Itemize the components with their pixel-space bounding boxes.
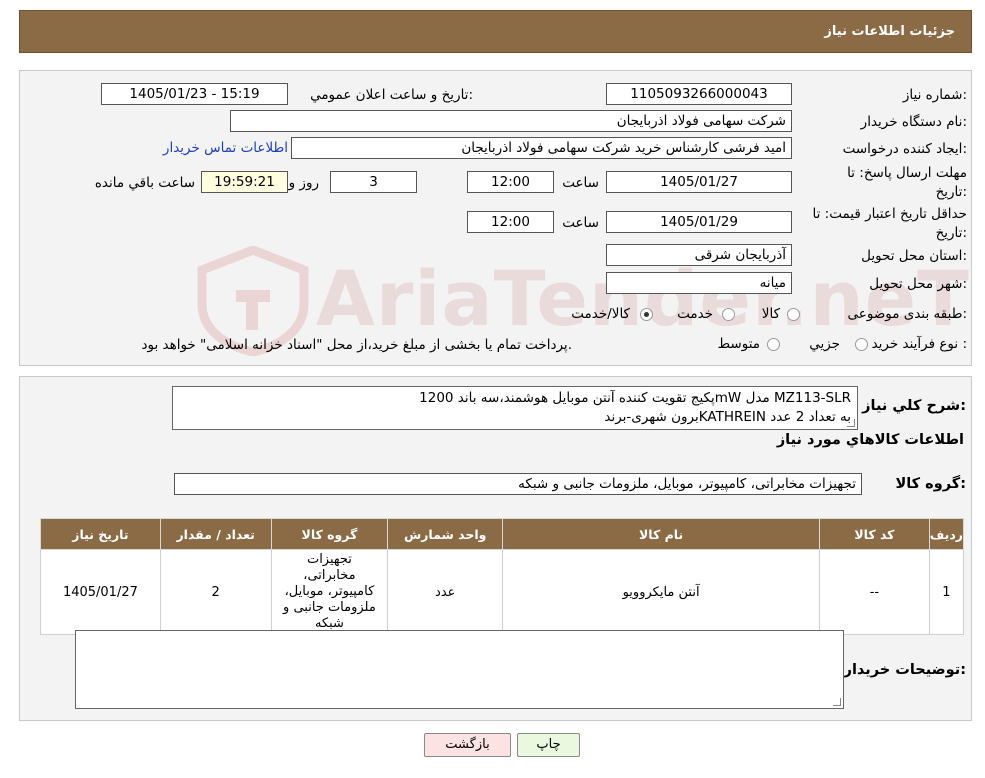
col-name-header: نام كالا bbox=[502, 518, 821, 550]
announce-date-label: تاریخ و ساعت اعلان عمومي: bbox=[310, 87, 473, 103]
remaining-days-field: 3 bbox=[330, 171, 417, 193]
price-validity-label-date: تاريخ: bbox=[935, 225, 967, 241]
request-creator-label: ايجاد کننده درخواست: bbox=[842, 141, 967, 157]
delivery-province-label: استان محل تحويل: bbox=[861, 248, 967, 264]
description-label: شرح كلي نياز: bbox=[862, 398, 966, 414]
deadline-time-label: ساعت bbox=[562, 175, 599, 191]
request-creator-field: امید فرشی کارشناس خرید شرکت سهامی فولاد … bbox=[291, 137, 792, 159]
process-option-minor: جزيي bbox=[809, 336, 840, 352]
remaining-time-label: ساعت باقي مانده bbox=[94, 175, 195, 191]
category-option-goods-service: کالا/خدمت bbox=[571, 306, 630, 322]
process-note: پرداخت تمام يا بخشی از مبلغ خريد،از محل … bbox=[141, 337, 572, 353]
page-header: جزئیات اطلاعات نیاز bbox=[19, 10, 972, 53]
need-number-field: 1105093266000043 bbox=[606, 83, 792, 105]
deadline-label: مهلت ارسال پاسخ: تا bbox=[847, 165, 967, 181]
process-type-label: نوع فرآيند خريد : bbox=[871, 336, 967, 352]
deadline-time-field: 12:00 bbox=[467, 171, 554, 193]
col-qty-header: تعداد / مقدار bbox=[159, 518, 272, 550]
days-label: روز و bbox=[288, 175, 319, 191]
col-row-header: رديف bbox=[928, 518, 965, 550]
col-date-header: تاريخ نياز bbox=[40, 518, 161, 550]
cell-row: 1 bbox=[928, 549, 965, 635]
delivery-city-label: شهر محل تحويل: bbox=[869, 276, 967, 292]
resize-handle-icon[interactable] bbox=[847, 419, 855, 427]
description-line-2: برون شهری-برندKATHREIN به تعداد 2 عدد bbox=[604, 409, 851, 425]
col-group-header: گروه كالا bbox=[270, 518, 389, 550]
category-option-service: خدمت bbox=[677, 306, 713, 322]
buyer-org-label: نام دستگاه خريدار: bbox=[860, 114, 967, 130]
need-number-label: شماره نیاز: bbox=[902, 87, 967, 103]
deadline-label-date: تاريخ: bbox=[935, 184, 967, 200]
page-title: جزئیات اطلاعات نیاز bbox=[824, 24, 955, 39]
category-radio-service[interactable] bbox=[722, 308, 735, 321]
cell-qty: 2 bbox=[159, 549, 272, 635]
cell-code: -- bbox=[819, 549, 930, 635]
price-validity-label: حداقل تاريخ اعتبار قيمت: تا bbox=[812, 206, 967, 222]
buyer-notes-textarea[interactable] bbox=[75, 630, 844, 709]
price-validity-time-label: ساعت bbox=[562, 215, 599, 231]
goods-group-label: گروه كالا: bbox=[895, 476, 966, 492]
cell-date: 1405/01/27 bbox=[40, 549, 161, 635]
category-label: طبقه بندی موضوعی: bbox=[847, 306, 967, 322]
price-validity-date-field: 1405/01/29 bbox=[606, 211, 792, 233]
col-code-header: كد كالا bbox=[819, 518, 930, 550]
buyer-contact-link[interactable]: اطلاعات تماس خريدار bbox=[163, 140, 288, 156]
cell-name: آنتن مایکروویو bbox=[502, 549, 821, 635]
category-radio-goods[interactable] bbox=[787, 308, 800, 321]
table-row: 1405/01/27 2 تجهیزات مخابراتی، کامپیوتر،… bbox=[40, 549, 965, 635]
col-unit-header: واحد شمارش bbox=[387, 518, 504, 550]
remaining-time-field: 19:59:21 bbox=[201, 171, 288, 193]
process-radio-medium[interactable] bbox=[767, 338, 780, 351]
cell-unit: عدد bbox=[387, 549, 504, 635]
delivery-city-field: میانه bbox=[606, 272, 792, 294]
items-table-header: تاريخ نياز تعداد / مقدار گروه كالا واحد … bbox=[40, 518, 965, 550]
price-validity-time-field: 12:00 bbox=[467, 211, 554, 233]
process-radio-minor[interactable] bbox=[855, 338, 868, 351]
announce-date-field: 1405/01/23 - 15:19 bbox=[101, 83, 288, 105]
category-option-goods: کالا bbox=[761, 306, 780, 322]
resize-handle-icon[interactable] bbox=[833, 698, 841, 706]
buyer-org-field: شرکت سهامی فولاد اذربایجان bbox=[230, 110, 792, 132]
cell-group: تجهیزات مخابراتی، کامپیوتر، موبایل، ملزو… bbox=[270, 549, 389, 635]
print-button[interactable]: چاپ bbox=[517, 733, 580, 757]
category-radio-goods-service[interactable] bbox=[640, 308, 653, 321]
buyer-notes-label: توضيحات خريدار: bbox=[843, 662, 966, 678]
items-table: تاريخ نياز تعداد / مقدار گروه كالا واحد … bbox=[40, 518, 965, 635]
back-button[interactable]: بازگشت bbox=[424, 733, 511, 757]
description-line-1: پکیج تقویت کننده آنتن موبایل هوشمند،سه ب… bbox=[419, 390, 851, 406]
deadline-date-field: 1405/01/27 bbox=[606, 171, 792, 193]
goods-group-field: تجهیزات مخابراتی، کامپیوتر، موبایل، ملزو… bbox=[174, 473, 862, 495]
delivery-province-field: آذربایجان شرقی bbox=[606, 244, 792, 266]
goods-section-title: اطلاعات كالاهاي مورد نياز bbox=[776, 432, 964, 448]
process-option-medium: متوسط bbox=[717, 336, 760, 352]
description-textarea[interactable]: پکیج تقویت کننده آنتن موبایل هوشمند،سه ب… bbox=[172, 386, 858, 430]
